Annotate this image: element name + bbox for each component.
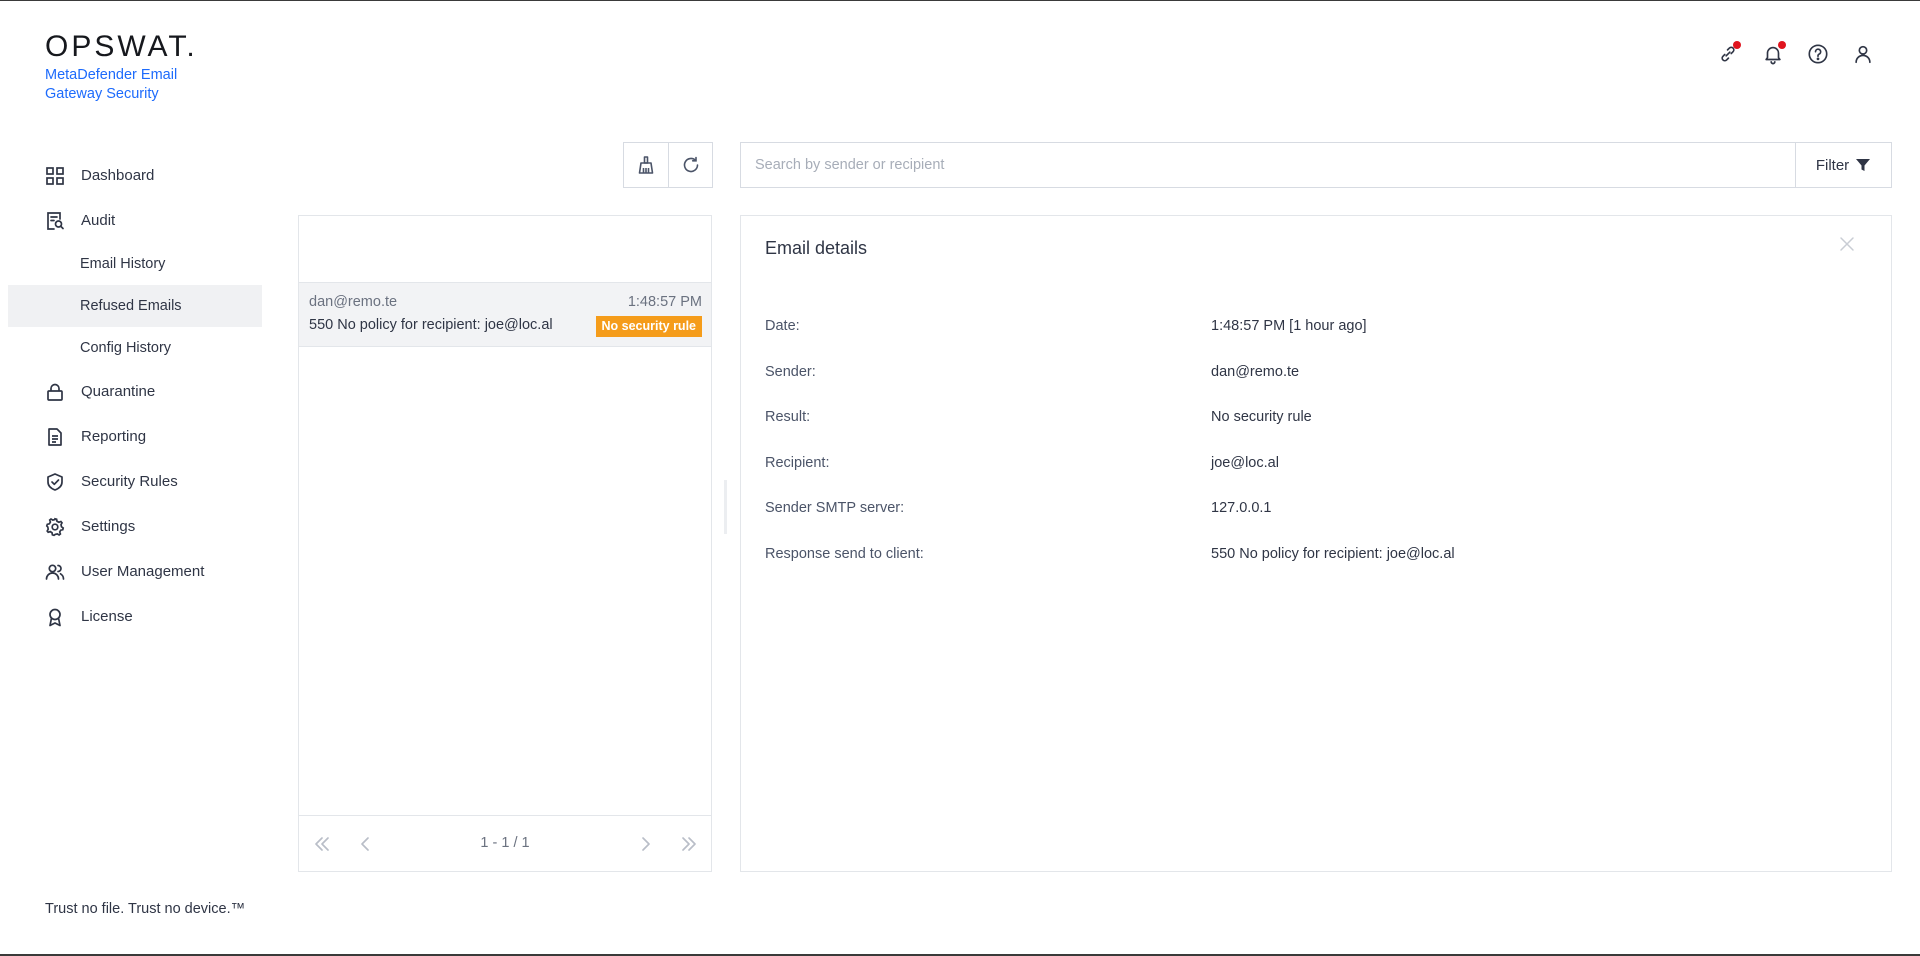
sidebar-item-audit[interactable]: Audit [8,198,262,243]
filter-button[interactable]: Filter [1795,143,1891,187]
detail-value: 550 No policy for recipient: joe@loc.al [1211,546,1455,562]
sidebar-item-dashboard[interactable]: Dashboard [8,153,262,198]
funnel-icon [1856,159,1871,171]
sidebar-item-label: Reporting [81,428,147,445]
document-icon [45,427,65,447]
sidebar-item-label: Audit [81,212,116,229]
detail-label: Sender SMTP server: [765,500,905,516]
shield-check-icon [45,472,65,492]
email-details-panel: Email details Date: 1:48:57 PM [1 hour a… [740,215,1892,872]
notification-dot [1733,41,1741,49]
link-icon[interactable] [1714,40,1741,67]
audit-icon [45,211,65,231]
list-item-sender: dan@remo.te [309,294,398,310]
list-item-response: 550 No policy for recipient: joe@loc.al [309,317,553,333]
pagination: 1 - 1 / 1 [299,815,711,871]
next-page-button[interactable] [635,834,657,854]
panel-resize-handle[interactable] [724,480,727,534]
sidebar-item-refused-emails[interactable]: Refused Emails [8,285,262,327]
list-item-time: 1:48:57 PM [627,294,702,310]
detail-row-sender: Sender: dan@remo.te [765,364,1865,384]
sidebar-item-license[interactable]: License [8,594,262,639]
detail-value: 127.0.0.1 [1211,500,1272,516]
list-toolbar [623,142,713,188]
window-top-border [0,0,1920,1]
sidebar-item-label: Settings [81,518,136,535]
badge-icon [45,607,65,627]
sidebar: Dashboard Audit Email History Refused Em… [8,153,262,639]
notification-dot [1778,41,1786,49]
user-icon[interactable] [1849,40,1876,67]
brand: OPSWAT. MetaDefender Email Gateway Secur… [45,30,245,103]
detail-row-response: Response send to client: 550 No policy f… [765,546,1865,566]
help-icon[interactable] [1804,40,1831,67]
detail-row-result: Result: No security rule [765,409,1865,429]
sidebar-item-config-history[interactable]: Config History [8,327,262,369]
sidebar-item-email-history[interactable]: Email History [8,243,262,285]
sidebar-item-security-rules[interactable]: Security Rules [8,459,262,504]
top-icons [1714,40,1876,67]
gear-icon [45,517,65,537]
detail-value: joe@loc.al [1211,455,1279,471]
sidebar-item-label: Quarantine [81,383,156,400]
last-page-button[interactable] [678,834,700,854]
sidebar-item-settings[interactable]: Settings [8,504,262,549]
double-chevron-right-icon [682,837,696,851]
users-icon [45,562,65,582]
refresh-button[interactable] [668,143,712,187]
footer-tagline: Trust no file. Trust no device.™ [45,901,246,917]
sidebar-item-label: License [81,608,133,625]
detail-row-recipient: Recipient: joe@loc.al [765,455,1865,475]
sidebar-item-label: User Management [81,563,205,580]
detail-label: Sender: [765,364,816,380]
status-badge: No security rule [595,316,702,337]
search-bar: Filter [740,142,1892,188]
detail-label: Response send to client: [765,546,924,562]
sidebar-item-reporting[interactable]: Reporting [8,414,262,459]
filter-label: Filter [1815,156,1850,174]
refused-email-list: dan@remo.te 1:48:57 PM 550 No policy for… [298,215,712,872]
detail-value: 1:48:57 PM [1 hour ago] [1211,318,1367,334]
detail-row-date: Date: 1:48:57 PM [1 hour ago] [765,318,1865,338]
clear-button[interactable] [624,143,668,187]
sidebar-item-label: Security Rules [81,473,178,490]
bell-icon[interactable] [1759,40,1786,67]
detail-row-smtp-server: Sender SMTP server: 127.0.0.1 [765,500,1865,520]
detail-label: Result: [765,409,811,425]
close-button[interactable] [1839,236,1859,256]
sidebar-item-label: Dashboard [81,167,155,184]
detail-label: Recipient: [765,455,830,471]
close-icon [1840,237,1854,251]
dashboard-icon [45,166,65,186]
chevron-right-icon [642,837,650,851]
lock-icon [45,382,65,402]
list-item[interactable]: dan@remo.te 1:48:57 PM 550 No policy for… [299,282,711,347]
sidebar-item-user-management[interactable]: User Management [8,549,262,594]
detail-value: dan@remo.te [1211,364,1300,380]
search-input[interactable] [741,143,1795,187]
detail-value: No security rule [1211,409,1312,425]
brand-logo: OPSWAT. [45,30,198,63]
broom-icon [638,156,654,174]
sidebar-item-quarantine[interactable]: Quarantine [8,369,262,414]
product-name: MetaDefender Email Gateway Security [45,67,178,102]
details-title: Email details [765,238,868,258]
refresh-icon [683,156,698,173]
detail-label: Date: [765,318,800,334]
